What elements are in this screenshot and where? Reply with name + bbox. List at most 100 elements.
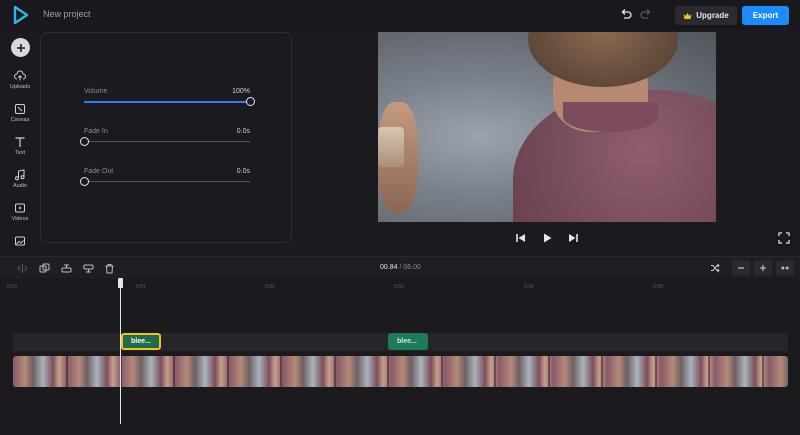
fade-out-control: Fade Out 0.0s <box>79 168 250 188</box>
duplicate-button[interactable] <box>36 261 52 275</box>
sidebar-item-uploads[interactable]: Uploads <box>0 70 40 98</box>
audio-clip-selected[interactable]: blee... <box>121 333 161 350</box>
timeline-toolbar: 00.84 / 06.00 <box>0 256 800 278</box>
zoom-out-button[interactable] <box>732 261 750 275</box>
delete-button[interactable] <box>101 261 117 275</box>
preview-frame-detail <box>378 127 404 167</box>
shuffle-icon <box>711 263 720 273</box>
video-track[interactable] <box>13 356 788 387</box>
sidebar-item-text[interactable]: Text <box>0 136 40 164</box>
ruler-tick: 0:01 <box>136 284 146 290</box>
undo-icon[interactable] <box>619 8 633 22</box>
volume-slider-fill <box>84 100 250 103</box>
frame-divider <box>441 356 443 387</box>
ruler-tick: 0:03 <box>394 284 404 290</box>
minus-icon <box>738 267 744 269</box>
fade-out-value: 0.0s <box>236 168 250 175</box>
zoom-in-button[interactable] <box>754 261 772 275</box>
fit-timeline-button[interactable] <box>776 261 794 275</box>
volume-control: Volume 100% <box>84 88 255 108</box>
ruler-tick: 0:04 <box>524 284 534 290</box>
sidebar-item-label: Text <box>14 150 26 156</box>
audio-clip[interactable]: blee... <box>388 333 428 350</box>
frame-divider <box>227 356 229 387</box>
upload-cloud-icon <box>14 70 26 81</box>
sidebar-item-canvas[interactable]: Canvas <box>0 103 40 131</box>
canvas-icon <box>15 104 25 114</box>
playback-controls <box>515 230 579 246</box>
preview-frame-detail <box>563 102 658 132</box>
current-time: 00.84 <box>380 264 398 271</box>
volume-slider[interactable] <box>84 97 255 106</box>
frame-divider <box>280 356 282 387</box>
fit-width-icon <box>781 266 789 270</box>
fade-out-label: Fade Out <box>84 168 114 175</box>
video-preview[interactable] <box>378 32 716 222</box>
ruler-tick: 0:00 <box>7 284 17 290</box>
video-icon <box>15 203 25 213</box>
redo-icon[interactable] <box>639 8 653 22</box>
ruler-tick: 0:02 <box>265 284 275 290</box>
plus-icon <box>16 43 25 52</box>
ruler-tick: 0:05 <box>653 284 663 290</box>
fade-in-value: 0.0s <box>236 128 250 135</box>
fullscreen-icon[interactable] <box>778 232 790 244</box>
frame-divider <box>762 356 764 387</box>
time-display: 00.84 / 06.00 <box>380 264 421 271</box>
time-separator: / <box>399 264 402 271</box>
frame-divider <box>601 356 603 387</box>
frame-divider <box>655 356 657 387</box>
skip-back-icon[interactable] <box>515 232 527 244</box>
detach-icon <box>83 264 93 272</box>
upgrade-button[interactable]: Upgrade <box>675 6 737 25</box>
frame-divider <box>334 356 336 387</box>
project-title[interactable]: New project <box>43 9 91 19</box>
trim-button[interactable] <box>58 261 74 275</box>
sidebar-item-audio[interactable]: Audio <box>0 169 40 197</box>
properties-panel: Volume 100% Fade In 0.0s Fade Out 0.0s <box>40 32 292 243</box>
volume-value: 100% <box>232 88 250 95</box>
trash-icon <box>105 263 113 273</box>
sidebar-item-label: Canvas <box>10 117 30 123</box>
detach-button[interactable] <box>80 261 96 275</box>
export-button[interactable]: Export <box>742 6 789 25</box>
frame-divider <box>494 356 496 387</box>
fade-in-slider-handle[interactable] <box>79 137 89 146</box>
shuffle-button[interactable] <box>706 261 724 275</box>
image-icon <box>15 236 25 246</box>
frame-divider <box>708 356 710 387</box>
frame-divider <box>387 356 389 387</box>
playhead-handle[interactable] <box>118 278 123 288</box>
add-button[interactable] <box>11 38 30 57</box>
app-logo-icon[interactable] <box>13 6 29 24</box>
plus-icon <box>760 265 766 271</box>
play-icon[interactable] <box>541 232 553 244</box>
sidebar-item-label: Videos <box>11 216 29 222</box>
sidebar-item-videos[interactable]: Videos <box>0 202 40 230</box>
text-icon <box>15 137 25 147</box>
volume-slider-handle[interactable] <box>245 97 255 106</box>
fade-in-slider[interactable] <box>79 137 250 146</box>
fade-in-label: Fade In <box>84 128 108 135</box>
trim-icon <box>61 264 71 272</box>
sidebar-item-label: Uploads <box>9 84 31 90</box>
frame-divider <box>173 356 175 387</box>
duplicate-icon <box>39 263 49 272</box>
fade-in-control: Fade In 0.0s <box>79 128 250 148</box>
total-duration: 06.00 <box>403 264 421 271</box>
preview-frame-detail <box>528 32 678 87</box>
volume-label: Volume <box>84 88 108 95</box>
fade-out-slider-handle[interactable] <box>79 177 89 186</box>
upgrade-label: Upgrade <box>696 11 729 20</box>
split-icon <box>17 263 27 273</box>
split-button[interactable] <box>14 261 30 275</box>
frame-divider <box>66 356 68 387</box>
fade-out-slider[interactable] <box>79 177 250 186</box>
playhead[interactable] <box>120 278 121 424</box>
frame-divider <box>548 356 550 387</box>
crown-icon <box>683 12 692 19</box>
sidebar-item-label: Audio <box>12 183 28 189</box>
top-bar: New project Upgrade Export <box>0 0 800 30</box>
skip-forward-icon[interactable] <box>567 232 579 244</box>
sidebar: Uploads Canvas Text Audio Videos <box>0 30 38 254</box>
